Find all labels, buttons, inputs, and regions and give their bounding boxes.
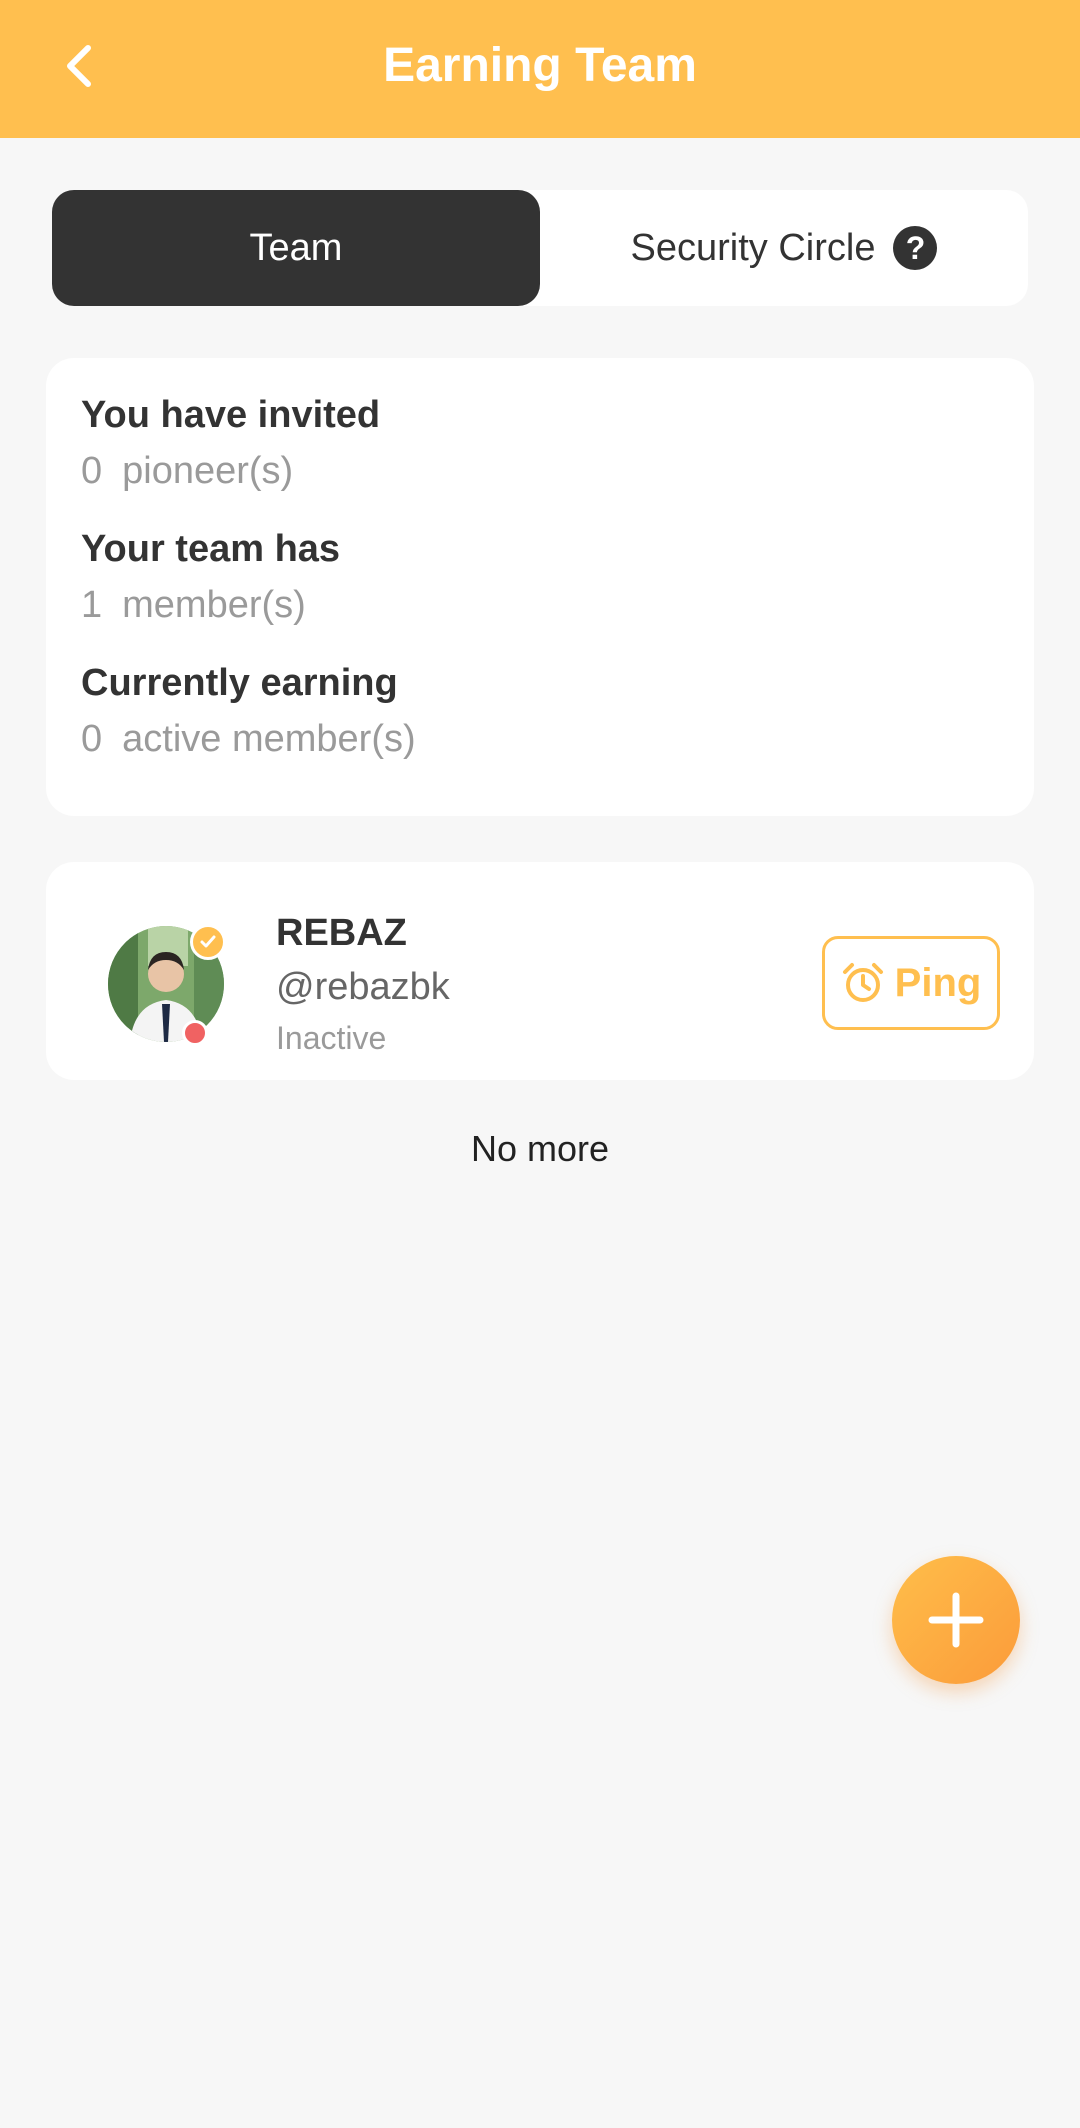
plus-icon	[928, 1592, 984, 1648]
stat-team-count: 1	[81, 584, 103, 626]
tab-team[interactable]: Team	[52, 190, 540, 306]
stat-invited-value: 0 pioneer(s)	[81, 442, 1034, 500]
add-member-button[interactable]	[892, 1556, 1020, 1684]
stat-invited-label: You have invited	[81, 394, 381, 436]
inactive-status-dot	[182, 1020, 208, 1046]
stat-invited-unit: pioneer(s)	[122, 450, 294, 492]
stat-team-unit: member(s)	[122, 584, 306, 626]
stat-team-value: 1 member(s)	[81, 576, 1034, 634]
stat-invited: You have invited 0 pioneer(s)	[81, 388, 1034, 500]
tab-team-label: Team	[249, 226, 343, 269]
ping-label: Ping	[894, 960, 982, 1005]
tab-bar: Team Security Circle ?	[52, 190, 1028, 306]
stat-earning-count: 0	[81, 718, 103, 760]
app-header: Earning Team	[0, 0, 1080, 138]
member-handle: @rebazbk	[276, 966, 450, 1008]
member-status: Inactive	[276, 1020, 387, 1056]
team-stats-card: You have invited 0 pioneer(s) Your team h…	[46, 358, 1034, 816]
alarm-clock-icon	[842, 963, 883, 1002]
ping-button[interactable]: Ping	[822, 936, 1000, 1030]
tab-security-circle[interactable]: Security Circle ?	[540, 190, 1028, 306]
member-list-item[interactable]: REBAZ @rebazbk Inactive Ping	[46, 862, 1034, 1080]
end-of-list-text: No more	[470, 1128, 610, 1169]
stat-invited-count: 0	[81, 450, 103, 492]
stat-earning-value: 0 active member(s)	[81, 710, 1034, 768]
verified-badge-icon	[190, 924, 226, 960]
member-name: REBAZ	[276, 912, 407, 954]
stat-team: Your team has 1 member(s)	[81, 522, 1034, 634]
help-icon[interactable]: ?	[893, 226, 938, 270]
stat-earning-label: Currently earning	[81, 662, 398, 704]
stat-earning: Currently earning 0 active member(s)	[81, 656, 1034, 768]
stat-team-label: Your team has	[81, 528, 341, 570]
stat-earning-unit: active member(s)	[122, 718, 416, 760]
page-title: Earning Team	[383, 39, 697, 92]
tab-security-circle-label: Security Circle	[630, 226, 876, 269]
